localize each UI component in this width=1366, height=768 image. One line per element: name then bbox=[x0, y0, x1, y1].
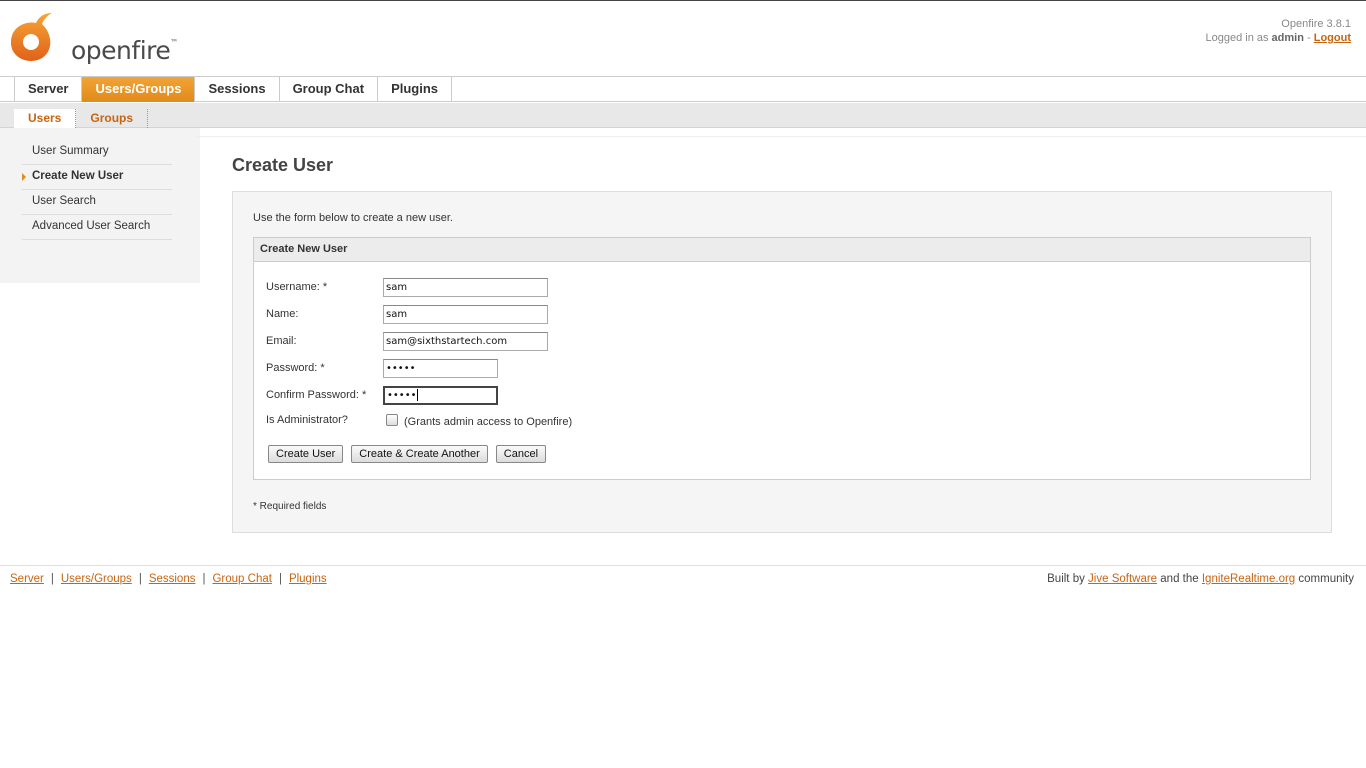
create-user-box: Create New User Username: * sam Name: sa… bbox=[253, 237, 1311, 480]
sidebar-item-advanced-user-search[interactable]: Advanced User Search bbox=[22, 215, 172, 240]
footer-link-plugins[interactable]: Plugins bbox=[289, 573, 327, 585]
username-input[interactable]: sam bbox=[383, 278, 548, 297]
footer-link-server[interactable]: Server bbox=[10, 573, 44, 585]
sidebar-item-user-search[interactable]: User Search bbox=[22, 190, 172, 215]
sidebar-item-create-new-user[interactable]: Create New User bbox=[22, 165, 172, 190]
footer: Server | Users/Groups | Sessions | Group Chat |… bbox=[0, 565, 1366, 595]
name-input[interactable]: sam bbox=[383, 305, 548, 324]
confirm-password-label: Confirm Password: * bbox=[266, 389, 367, 401]
sidebar: User Summary Create New User User Search… bbox=[0, 128, 200, 283]
footer-separator: | bbox=[138, 573, 142, 585]
is-admin-label: Is Administrator? bbox=[266, 414, 348, 426]
password-input[interactable]: ••••• bbox=[383, 359, 498, 378]
form-buttons: Create User Create & Create Another Canc… bbox=[268, 445, 547, 463]
igniterealtime-link[interactable]: IgniteRealtime.org bbox=[1202, 573, 1295, 585]
header: openfire™ Openfire 3.8.1 Logged in as ad… bbox=[0, 0, 1366, 76]
footer-link-group-chat[interactable]: Group Chat bbox=[212, 573, 271, 585]
version-label: Openfire 3.8.1 bbox=[1281, 18, 1351, 30]
tab-sessions[interactable]: Sessions bbox=[195, 77, 280, 102]
login-status: Logged in as admin - Logout bbox=[1205, 31, 1351, 45]
create-user-button[interactable]: Create User bbox=[268, 445, 344, 463]
main-content: Create User Use the form below to create… bbox=[196, 136, 1366, 556]
tab-server[interactable]: Server bbox=[15, 77, 83, 102]
header-user-info: Openfire 3.8.1 Logged in as admin - Logo… bbox=[1205, 17, 1351, 45]
main-nav: Server Users/Groups Sessions Group Chat … bbox=[0, 76, 1366, 102]
text-caret bbox=[416, 389, 418, 401]
logged-in-prefix: Logged in as bbox=[1205, 32, 1269, 44]
intro-text: Use the form below to create a new user. bbox=[253, 212, 453, 224]
is-admin-note: (Grants admin access to Openfire) bbox=[404, 416, 573, 428]
tab-plugins[interactable]: Plugins bbox=[378, 77, 453, 102]
logout-link[interactable]: Logout bbox=[1314, 32, 1351, 44]
credit-prefix: Built by bbox=[1047, 573, 1085, 585]
sub-nav: Users Groups bbox=[0, 103, 1366, 128]
login-separator: - bbox=[1303, 32, 1314, 44]
cancel-button[interactable]: Cancel bbox=[495, 445, 547, 463]
footer-link-users-groups[interactable]: Users/Groups bbox=[61, 573, 132, 585]
openfire-logo[interactable]: openfire™ bbox=[8, 9, 178, 65]
logo-text: openfire™ bbox=[71, 36, 178, 65]
email-input[interactable]: sam@sixthstartech.com bbox=[383, 332, 548, 351]
email-label: Email: bbox=[266, 335, 297, 347]
name-label: Name: bbox=[266, 308, 299, 320]
tab-users-groups[interactable]: Users/Groups bbox=[82, 77, 196, 102]
tab-group-chat[interactable]: Group Chat bbox=[280, 77, 379, 102]
footer-links: Server | Users/Groups | Sessions | Group Chat |… bbox=[10, 573, 327, 585]
footer-separator: | bbox=[202, 573, 206, 585]
create-and-create-another-button[interactable]: Create & Create Another bbox=[351, 445, 488, 463]
form-panel: Use the form below to create a new user.… bbox=[232, 191, 1332, 533]
footer-credit: Built by Jive Software and the IgniteRea… bbox=[1047, 573, 1354, 585]
footer-separator: | bbox=[50, 573, 54, 585]
credit-mid: and the bbox=[1160, 573, 1199, 585]
username-label: Username: * bbox=[266, 281, 328, 293]
password-label: Password: * bbox=[266, 362, 325, 374]
subtab-groups[interactable]: Groups bbox=[76, 109, 149, 128]
confirm-password-input[interactable]: ••••• bbox=[383, 386, 498, 405]
sidebar-item-user-summary[interactable]: User Summary bbox=[22, 140, 172, 165]
subtab-users[interactable]: Users bbox=[14, 109, 77, 128]
logged-in-user: admin bbox=[1271, 32, 1304, 44]
required-fields-note: * Required fields bbox=[253, 501, 327, 512]
credit-suffix: community bbox=[1298, 573, 1354, 585]
confirm-password-value: ••••• bbox=[387, 390, 417, 401]
page-title: Create User bbox=[232, 155, 334, 175]
footer-separator: | bbox=[278, 573, 282, 585]
footer-link-sessions[interactable]: Sessions bbox=[149, 573, 196, 585]
is-admin-checkbox[interactable] bbox=[386, 414, 398, 426]
box-title: Create New User bbox=[254, 238, 1310, 262]
jive-software-link[interactable]: Jive Software bbox=[1088, 573, 1157, 585]
flame-logo-icon bbox=[10, 13, 53, 61]
